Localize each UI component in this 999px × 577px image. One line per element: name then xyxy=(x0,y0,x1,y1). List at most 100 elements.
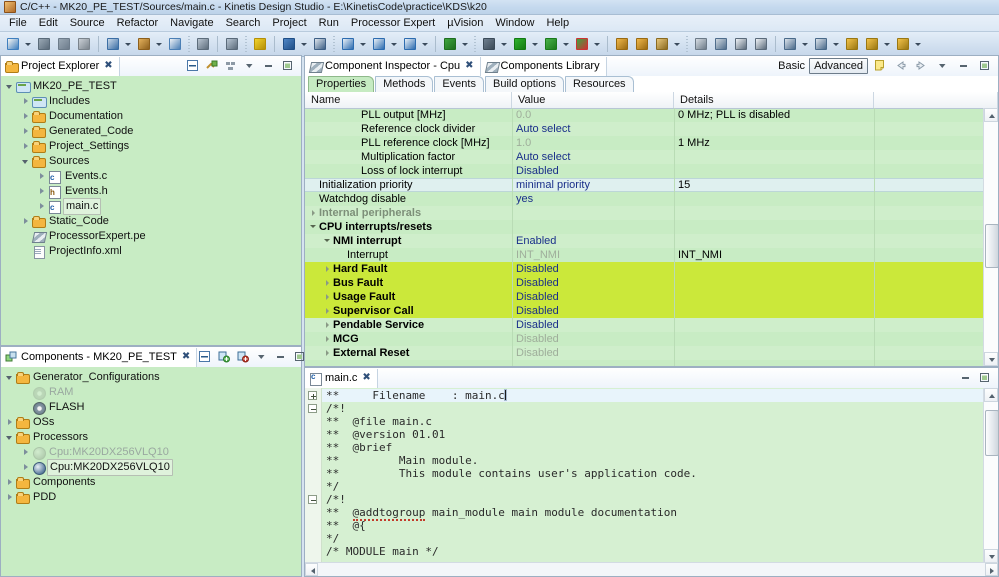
inspector-tab-properties[interactable]: Properties xyxy=(308,76,374,92)
menu-refactor[interactable]: Refactor xyxy=(111,16,165,31)
tree-item[interactable]: Generated_Code xyxy=(1,124,301,139)
fold-collapse-icon[interactable] xyxy=(308,495,317,504)
property-row[interactable]: Internal peripherals xyxy=(305,206,984,220)
twisty-collapsed-icon[interactable] xyxy=(37,199,48,214)
twisty-collapsed-icon[interactable] xyxy=(309,206,319,220)
save-button[interactable] xyxy=(35,35,53,53)
menu-navigate[interactable]: Navigate xyxy=(164,16,219,31)
code-line[interactable]: /*! xyxy=(322,402,984,415)
close-icon[interactable]: ✖ xyxy=(104,61,112,71)
tree-item[interactable]: Processors xyxy=(1,430,301,445)
property-row[interactable]: MCGDisabled xyxy=(305,332,984,346)
inspector-tab-methods[interactable]: Methods xyxy=(375,76,433,92)
property-row[interactable]: CPU interrupts/resets xyxy=(305,220,984,234)
tree-item[interactable]: Static_Code xyxy=(1,214,301,229)
scroll-up-button[interactable] xyxy=(984,388,998,402)
next-annotation-button[interactable] xyxy=(781,35,799,53)
tree-item[interactable]: ProcessorExpert.pe xyxy=(1,229,301,244)
property-row[interactable]: Pendable ServiceDisabled xyxy=(305,318,984,332)
code-line[interactable]: ** @addtogroup main_module main module d… xyxy=(322,506,984,519)
minimize-icon[interactable] xyxy=(261,58,278,75)
chevron-down-icon[interactable] xyxy=(935,58,952,75)
twisty-collapsed-icon[interactable] xyxy=(323,346,333,360)
components-tab[interactable]: Components - MK20_PE_TEST ✖ xyxy=(1,348,197,367)
tree-item[interactable]: PDD xyxy=(1,490,301,505)
property-value-cell[interactable] xyxy=(512,206,674,220)
property-value-cell[interactable]: INT_NMI xyxy=(512,248,674,262)
chevron-down-icon[interactable] xyxy=(460,36,469,52)
column-details[interactable]: Details xyxy=(674,92,874,108)
tree-item[interactable]: RAM xyxy=(1,385,301,400)
refresh-button[interactable] xyxy=(441,35,459,53)
properties-table[interactable]: Name Value Details PLL output [MHz]0.00 … xyxy=(305,92,998,366)
tree-item[interactable]: Cpu:MK20DX256VLQ10 xyxy=(1,460,301,475)
build-button[interactable] xyxy=(104,35,122,53)
scroll-right-button[interactable] xyxy=(985,563,998,576)
code-line[interactable]: ** @file main.c xyxy=(322,415,984,428)
add-component-icon[interactable] xyxy=(216,349,233,366)
code-line[interactable]: /* MODULE main */ xyxy=(322,545,984,558)
back-history-button[interactable] xyxy=(863,35,881,53)
twisty-collapsed-icon[interactable] xyxy=(37,184,48,199)
previous-annotation-button[interactable] xyxy=(812,35,830,53)
twisty-expanded-icon[interactable] xyxy=(21,154,32,169)
tree-item[interactable]: Events.c xyxy=(1,169,301,184)
chevron-down-icon[interactable] xyxy=(242,58,259,75)
maximize-icon[interactable] xyxy=(977,58,994,75)
property-value-cell[interactable]: Disabled xyxy=(512,304,674,318)
twisty-collapsed-icon[interactable] xyxy=(21,139,32,154)
tree-item[interactable]: Includes xyxy=(1,94,301,109)
chevron-down-icon[interactable] xyxy=(358,36,367,52)
close-icon[interactable]: ✖ xyxy=(465,61,473,71)
property-value-cell[interactable]: Disabled xyxy=(512,332,674,346)
property-value-cell[interactable]: Disabled xyxy=(512,346,674,360)
open-type-button[interactable] xyxy=(633,35,651,53)
build-project-button[interactable] xyxy=(135,35,153,53)
code-line[interactable]: */ xyxy=(322,532,984,545)
property-value-cell[interactable]: Disabled xyxy=(512,290,674,304)
twisty-collapsed-icon[interactable] xyxy=(5,475,16,490)
tab-component-inspector[interactable]: Component Inspector - Cpu ✖ xyxy=(305,57,481,76)
back-button[interactable] xyxy=(843,35,861,53)
external-tools-button[interactable] xyxy=(573,35,591,53)
search-pencil-button[interactable] xyxy=(653,35,671,53)
scroll-down-button[interactable] xyxy=(984,549,998,563)
chevron-down-icon[interactable] xyxy=(154,36,163,52)
new-cpp-project-button[interactable] xyxy=(370,35,388,53)
new-class-button[interactable] xyxy=(401,35,419,53)
marker-button[interactable] xyxy=(692,35,710,53)
forward-button[interactable] xyxy=(894,35,912,53)
run-button[interactable] xyxy=(511,35,529,53)
editor-body[interactable]: ** Filename : main.c/*!** @file main.c**… xyxy=(305,388,998,576)
column-value[interactable]: Value xyxy=(512,92,674,108)
property-value-cell[interactable]: minimal priority xyxy=(512,179,674,191)
fold-expand-icon[interactable] xyxy=(308,391,317,400)
property-value-cell[interactable]: 0.0 xyxy=(512,108,674,122)
twisty-collapsed-icon[interactable] xyxy=(323,290,333,304)
toggle-block-selection-button[interactable] xyxy=(732,35,750,53)
property-row[interactable]: PLL reference clock [MHz]1.01 MHz xyxy=(305,136,984,150)
property-value-cell[interactable]: Disabled xyxy=(512,318,674,332)
menu-source[interactable]: Source xyxy=(64,16,111,31)
view-filter-icon[interactable] xyxy=(223,58,240,75)
chevron-down-icon[interactable] xyxy=(389,36,398,52)
column-name[interactable]: Name xyxy=(305,92,512,108)
editor-tab-main-c[interactable]: main.c ✖ xyxy=(305,369,378,388)
property-row[interactable]: Reference clock dividerAuto select xyxy=(305,122,984,136)
advanced-mode-button[interactable]: Advanced xyxy=(809,58,868,74)
menu-search[interactable]: Search xyxy=(220,16,267,31)
tree-item[interactable]: OSs xyxy=(1,415,301,430)
twisty-collapsed-icon[interactable] xyxy=(323,332,333,346)
collapse-all-icon[interactable] xyxy=(197,349,214,366)
chevron-down-icon[interactable] xyxy=(913,36,922,52)
code-line[interactable]: /*! xyxy=(322,493,984,506)
import-component-icon[interactable] xyxy=(235,349,252,366)
menu-uvision[interactable]: µVision xyxy=(441,16,489,31)
tree-item[interactable]: Events.h xyxy=(1,184,301,199)
code-line[interactable]: ** @brief xyxy=(322,441,984,454)
search-button[interactable] xyxy=(712,35,730,53)
chevron-down-icon[interactable] xyxy=(299,36,308,52)
property-value-cell[interactable]: Enabled xyxy=(512,234,674,248)
twisty-collapsed-icon[interactable] xyxy=(323,318,333,332)
show-whitespace-button[interactable] xyxy=(752,35,770,53)
